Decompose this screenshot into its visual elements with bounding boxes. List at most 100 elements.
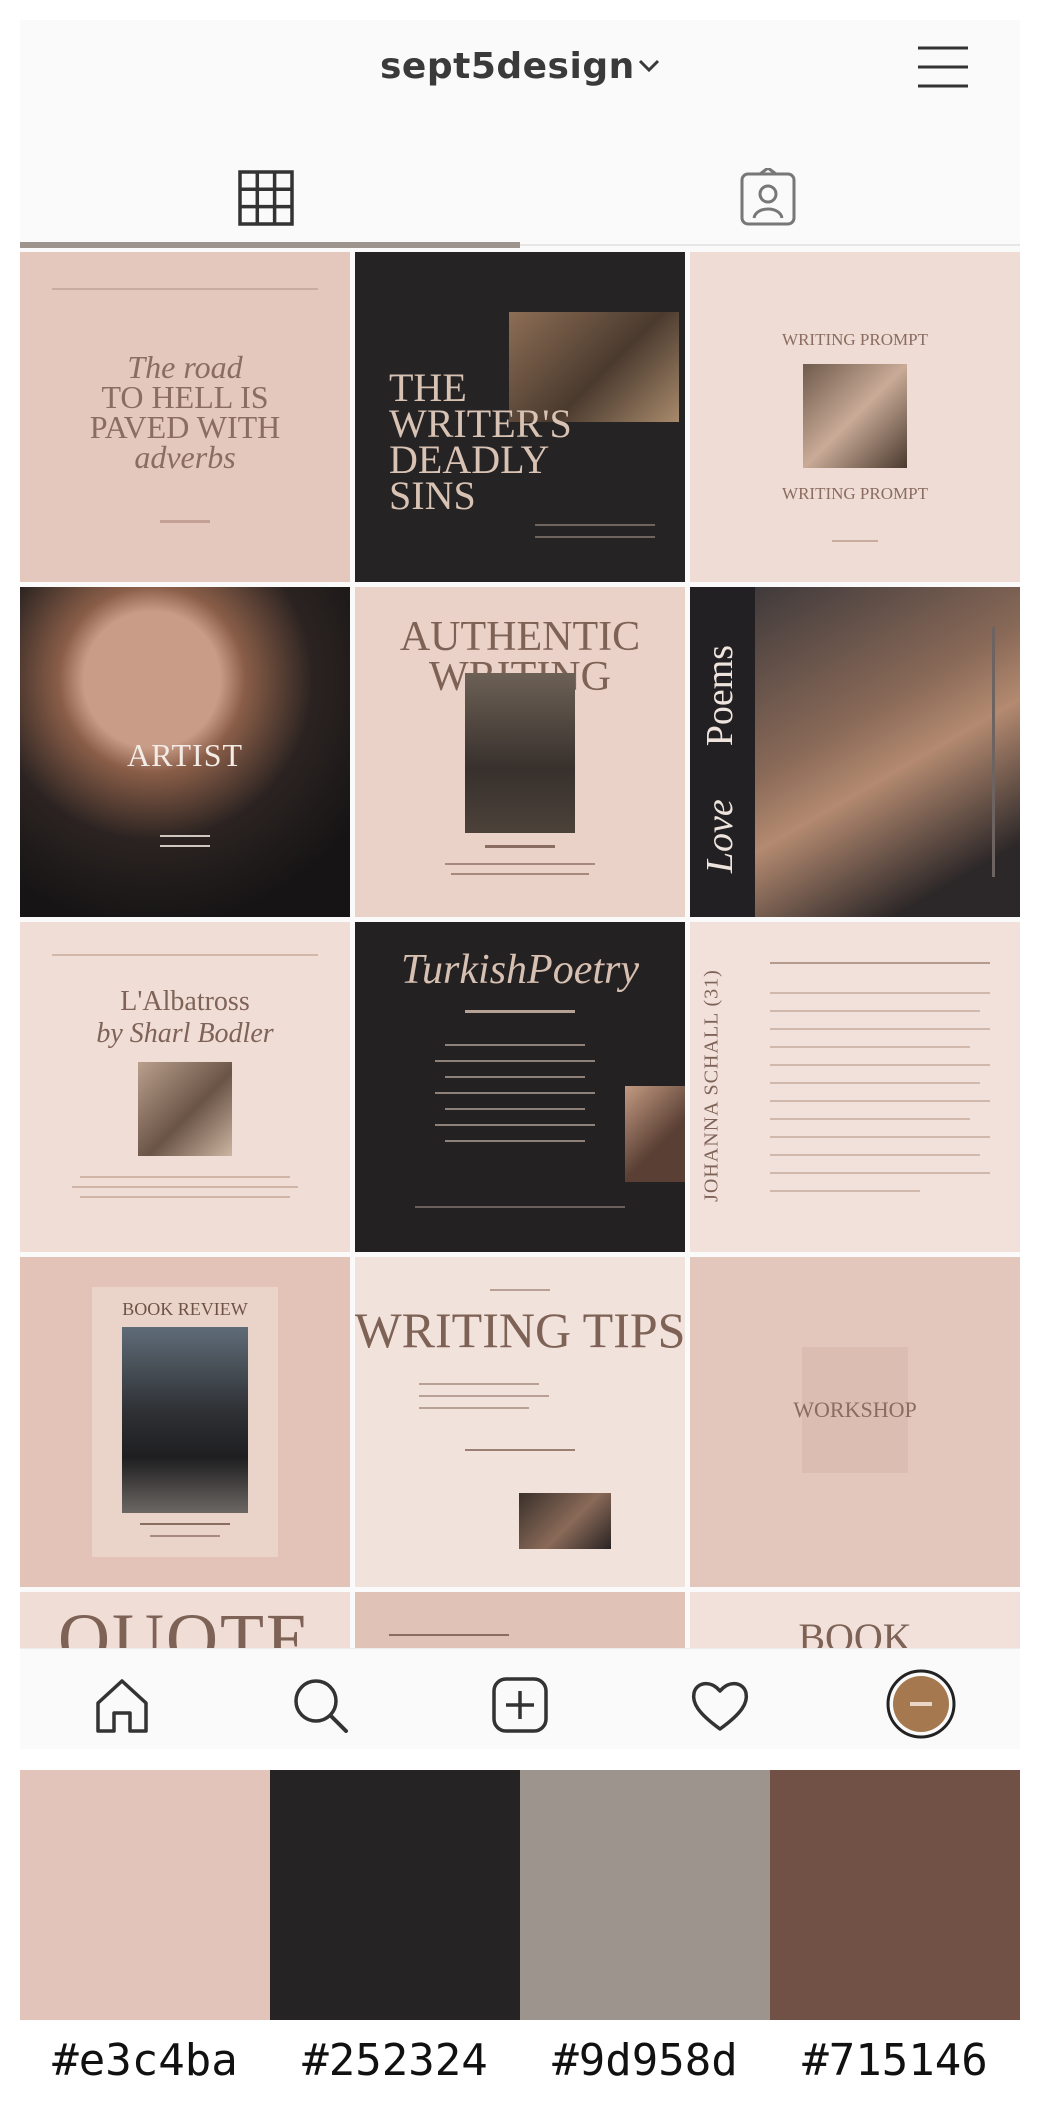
- rule-line: [415, 1206, 625, 1208]
- post-text: ARTIST: [126, 737, 244, 773]
- rule-line: [770, 1190, 920, 1192]
- rule-line: [770, 1154, 980, 1156]
- grid-icon[interactable]: [236, 168, 296, 228]
- rule-line: [435, 1092, 595, 1094]
- post-tile-2[interactable]: THE WRITER'S DEADLY SINS: [355, 252, 685, 582]
- post-text: THE WRITER'S DEADLY SINS: [389, 368, 572, 518]
- post-text: BOOK REVIEW: [122, 1299, 248, 1319]
- hex-label-4: #715146: [802, 2035, 988, 2086]
- post-tile-8[interactable]: TurkishPoetry: [355, 922, 685, 1252]
- photo-image: [465, 673, 575, 833]
- swatch-1: [20, 1770, 270, 2020]
- rule-line: [770, 1028, 990, 1030]
- tab-divider: [520, 244, 1020, 246]
- text-line: SINS: [389, 473, 476, 518]
- post-tile-4[interactable]: ARTIST: [20, 587, 350, 917]
- color-palette: [20, 1770, 1020, 2020]
- post-text: WRITING PROMPT: [782, 330, 928, 349]
- active-tab-indicator: [20, 242, 520, 248]
- post-tile-3[interactable]: WRITING PROMPT WRITING PROMPT: [690, 252, 1020, 582]
- rule-line: [770, 962, 990, 964]
- rule-line: [419, 1383, 539, 1385]
- post-text: WRITING PROMPT: [782, 484, 928, 503]
- search-icon[interactable]: [290, 1675, 350, 1735]
- rule-line: [465, 1449, 575, 1451]
- rule-line: [770, 1064, 990, 1066]
- rule-line: [445, 1044, 585, 1046]
- post-text: Love Poems: [698, 609, 742, 909]
- post-tile-9[interactable]: JOHANNA SCHALL (31): [690, 922, 1020, 1252]
- rule-line: [72, 1186, 298, 1188]
- post-text: WRITING TIPS: [355, 1302, 685, 1358]
- rule-line: [485, 845, 555, 848]
- text-line: Poems: [699, 644, 741, 747]
- instagram-profile-screen: sept5design The road TO HELL IS PAVED WI…: [20, 20, 1020, 1749]
- post-text: The road TO HELL IS PAVED WITH adverbs: [20, 349, 350, 473]
- heart-icon[interactable]: [690, 1675, 750, 1735]
- home-icon[interactable]: [92, 1675, 152, 1735]
- post-tile-11[interactable]: WRITING TIPS: [355, 1257, 685, 1587]
- bottom-navigation: [20, 1648, 1020, 1749]
- rule-line: [435, 1124, 595, 1126]
- photo-image: [519, 1493, 611, 1549]
- rule-line: [451, 873, 589, 875]
- rule-line: [419, 1395, 549, 1397]
- swatch-3: [520, 1770, 770, 2020]
- rule-line: [535, 536, 655, 538]
- text-line: PAVED WITH: [89, 409, 281, 445]
- rule-line: [52, 954, 318, 956]
- rule-line: [770, 1010, 980, 1012]
- chevron-down-icon[interactable]: [634, 50, 664, 80]
- rule-line: [435, 1060, 595, 1062]
- add-post-icon[interactable]: [490, 1675, 550, 1735]
- text-line: TO HELL IS: [101, 379, 269, 415]
- rule-line: [150, 1535, 220, 1537]
- photo-image: [803, 364, 907, 468]
- rule-line: [445, 1108, 585, 1110]
- post-tile-12[interactable]: WORKSHOP: [690, 1257, 1020, 1587]
- swatch-4: [770, 1770, 1020, 2020]
- hamburger-menu-icon[interactable]: [916, 42, 970, 92]
- post-tile-10[interactable]: BOOK REVIEW: [20, 1257, 350, 1587]
- rule-line: [490, 1289, 550, 1291]
- rule-line: [770, 1136, 990, 1138]
- photo-image: [625, 1086, 685, 1182]
- rule-line: [465, 1010, 575, 1013]
- text-line: The road: [127, 349, 243, 385]
- text-line: by Sharl Bodler: [96, 1018, 274, 1049]
- photo-image: [122, 1327, 248, 1513]
- rule-line: [770, 1118, 970, 1120]
- post-text: WORKSHOP: [793, 1397, 917, 1422]
- post-text: TurkishPoetry: [401, 947, 639, 993]
- profile-tabs: [20, 130, 1020, 250]
- tagged-person-icon[interactable]: [738, 168, 798, 228]
- hex-label-1: #e3c4ba: [52, 2035, 238, 2086]
- username-switcher[interactable]: sept5design: [380, 46, 635, 87]
- profile-avatar[interactable]: [886, 1669, 956, 1739]
- rule-line: [389, 1634, 509, 1636]
- profile-header: sept5design: [20, 20, 1020, 120]
- rule-line: [445, 1076, 585, 1078]
- rule-line: [419, 1407, 529, 1409]
- rule-line: [535, 524, 655, 526]
- rule-line: [445, 1140, 585, 1142]
- rule-line: [160, 520, 210, 523]
- photo-image: [138, 1062, 232, 1156]
- rule-line: [160, 845, 210, 847]
- rule-line: [140, 1523, 230, 1525]
- rule-line: [770, 1100, 990, 1102]
- rule-line: [80, 1176, 290, 1178]
- rule-line: [770, 1082, 980, 1084]
- post-text: JOHANNA SCHALL (31): [700, 969, 723, 1202]
- post-text: L'Albatross by Sharl Bodler: [20, 986, 350, 1050]
- rule-line: [445, 863, 595, 865]
- photo-image: [755, 587, 1020, 917]
- rule-line: [80, 1196, 290, 1198]
- text-line: AUTHENTIC: [399, 614, 641, 660]
- post-tile-7[interactable]: L'Albatross by Sharl Bodler: [20, 922, 350, 1252]
- swatch-2: [270, 1770, 520, 2020]
- post-tile-5[interactable]: AUTHENTIC WRITING: [355, 587, 685, 917]
- post-tile-6[interactable]: Love Poems: [690, 587, 1020, 917]
- hex-label-3: #9d958d: [552, 2035, 738, 2086]
- post-tile-1[interactable]: The road TO HELL IS PAVED WITH adverbs: [20, 252, 350, 582]
